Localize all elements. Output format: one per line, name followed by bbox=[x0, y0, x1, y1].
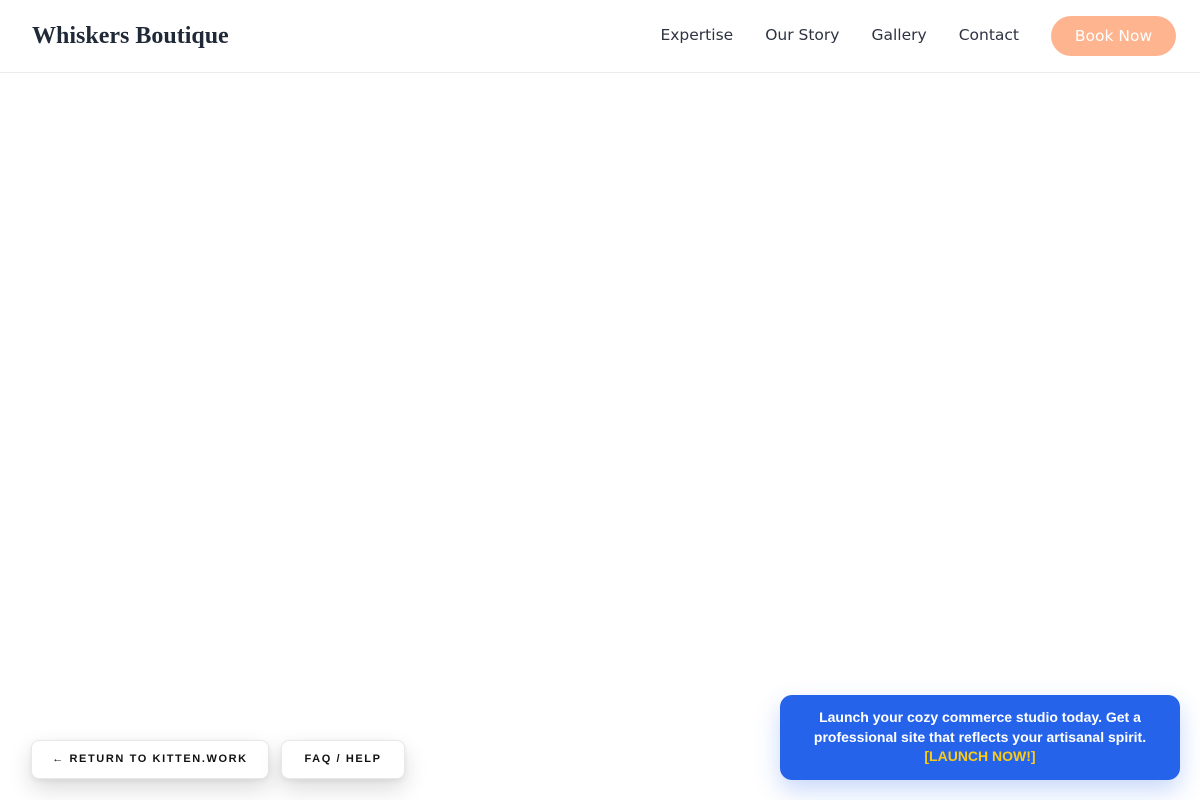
faq-help-button[interactable]: FAQ / HELP bbox=[281, 740, 405, 779]
nav-link-our-story[interactable]: Our Story bbox=[765, 24, 839, 46]
site-header: Whiskers Boutique Expertise Our Story Ga… bbox=[0, 0, 1200, 73]
book-now-button[interactable]: Book Now bbox=[1051, 16, 1176, 56]
promo-banner: Launch your cozy commerce studio today. … bbox=[780, 695, 1180, 780]
nav-link-expertise[interactable]: Expertise bbox=[660, 24, 733, 46]
launch-now-link[interactable]: [LAUNCH NOW!] bbox=[796, 747, 1164, 767]
main-nav: Expertise Our Story Gallery Contact bbox=[660, 24, 1019, 46]
nav-link-gallery[interactable]: Gallery bbox=[871, 24, 926, 46]
nav-link-contact[interactable]: Contact bbox=[959, 24, 1019, 46]
return-to-kitten-work-button[interactable]: ← RETURN TO KITTEN.WORK bbox=[31, 740, 269, 779]
brand-logo[interactable]: Whiskers Boutique bbox=[32, 21, 229, 51]
promo-text: Launch your cozy commerce studio today. … bbox=[813, 709, 1147, 745]
